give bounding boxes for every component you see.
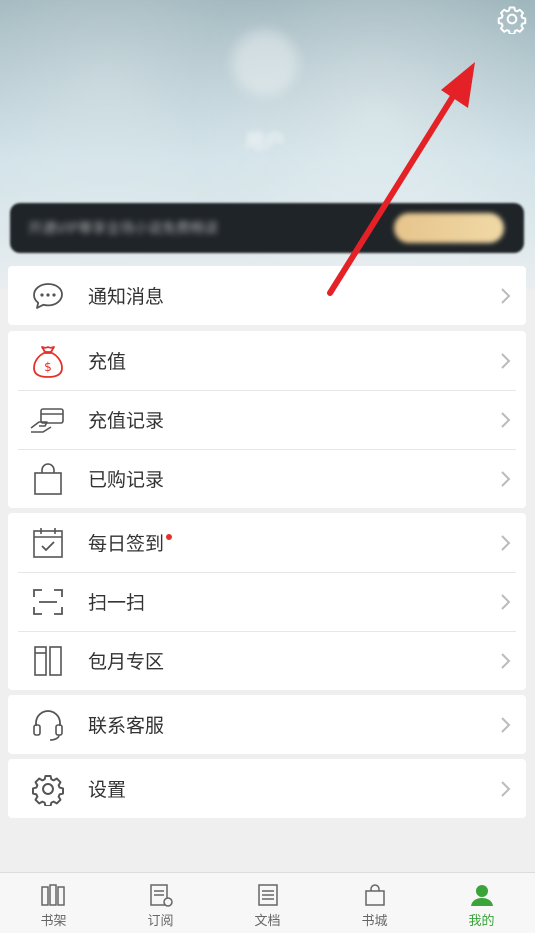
tab-subscribe[interactable]: 订阅 (107, 873, 214, 933)
books-icon (8, 644, 88, 678)
menu-item-purchase-records[interactable]: 已购记录 (8, 449, 526, 508)
avatar[interactable] (232, 30, 298, 96)
menu-label: 充值 (88, 351, 127, 373)
menu-label: 已购记录 (88, 469, 165, 491)
tab-mine[interactable]: 我的 (428, 873, 535, 933)
menu-group-payment: $ 充值 充值记录 已购记录 (8, 331, 526, 508)
menu-item-settings[interactable]: 设置 (8, 759, 526, 818)
message-icon (8, 281, 88, 311)
tab-label: 订阅 (147, 914, 174, 929)
document-icon (257, 884, 278, 906)
scan-icon (8, 587, 88, 617)
notification-dot (166, 534, 173, 540)
menu-label: 设置 (88, 779, 127, 801)
menu-item-recharge[interactable]: $ 充值 (8, 331, 526, 390)
chevron-right-icon (486, 593, 526, 611)
vip-banner[interactable]: 开通VIP尊享全场小说免费畅读 (10, 203, 524, 253)
tab-label: 书架 (40, 914, 67, 929)
chevron-right-icon (486, 470, 526, 488)
gear-icon (8, 772, 88, 806)
shopping-bag-icon (364, 884, 385, 906)
menu-item-notifications[interactable]: 通知消息 (8, 266, 526, 325)
menu-group-settings: 设置 (8, 759, 526, 818)
menu-label: 扫一扫 (88, 592, 146, 614)
menu-item-monthly-zone[interactable]: 包月专区 (8, 631, 526, 690)
subscribe-icon (149, 884, 173, 907)
headset-icon (8, 708, 88, 742)
vip-open-button[interactable] (394, 213, 504, 243)
chevron-right-icon (486, 652, 526, 670)
menu-item-scan[interactable]: 扫一扫 (8, 572, 526, 631)
tab-label: 文档 (254, 914, 281, 929)
tab-label: 书城 (361, 914, 388, 929)
chevron-right-icon (486, 780, 526, 798)
menu-label: 通知消息 (88, 286, 165, 308)
menu-item-customer-service[interactable]: 联系客服 (8, 695, 526, 754)
menu-label: 每日签到 (88, 529, 486, 556)
shopping-bag-icon (8, 462, 88, 496)
user-icon (470, 885, 493, 906)
chevron-right-icon (486, 287, 526, 305)
chevron-right-icon (486, 352, 526, 370)
bottom-nav: 书架 订阅 文档 书城 我的 (0, 872, 535, 933)
money-bag-icon: $ (8, 343, 88, 379)
tab-bookshelf[interactable]: 书架 (0, 873, 107, 933)
menu-group-features: 每日签到 扫一扫 包月专区 (8, 513, 526, 690)
calendar-check-icon (8, 526, 88, 560)
card-hand-icon (8, 406, 88, 434)
chevron-right-icon (486, 534, 526, 552)
vip-banner-text: 开通VIP尊享全场小说免费畅读 (28, 221, 219, 237)
profile-header: 用户 开通VIP尊享全场小说免费畅读 (0, 0, 535, 290)
menu-label: 充值记录 (88, 410, 165, 432)
menu-label: 联系客服 (88, 715, 165, 737)
menu-label-text: 每日签到 (88, 533, 165, 555)
tab-bookstore[interactable]: 书城 (321, 873, 428, 933)
username[interactable]: 用户 (230, 125, 300, 153)
menu-label: 包月专区 (88, 651, 165, 673)
menu-item-recharge-records[interactable]: 充值记录 (8, 390, 526, 449)
menu-group-notifications: 通知消息 (8, 266, 526, 325)
gear-icon[interactable] (497, 4, 527, 34)
tab-label: 我的 (468, 914, 495, 929)
tab-documents[interactable]: 文档 (214, 873, 321, 933)
svg-text:$: $ (44, 360, 52, 374)
menu-item-daily-checkin[interactable]: 每日签到 (8, 513, 526, 572)
menu-group-support: 联系客服 (8, 695, 526, 754)
bookshelf-icon (40, 884, 65, 906)
chevron-right-icon (486, 716, 526, 734)
chevron-right-icon (486, 411, 526, 429)
